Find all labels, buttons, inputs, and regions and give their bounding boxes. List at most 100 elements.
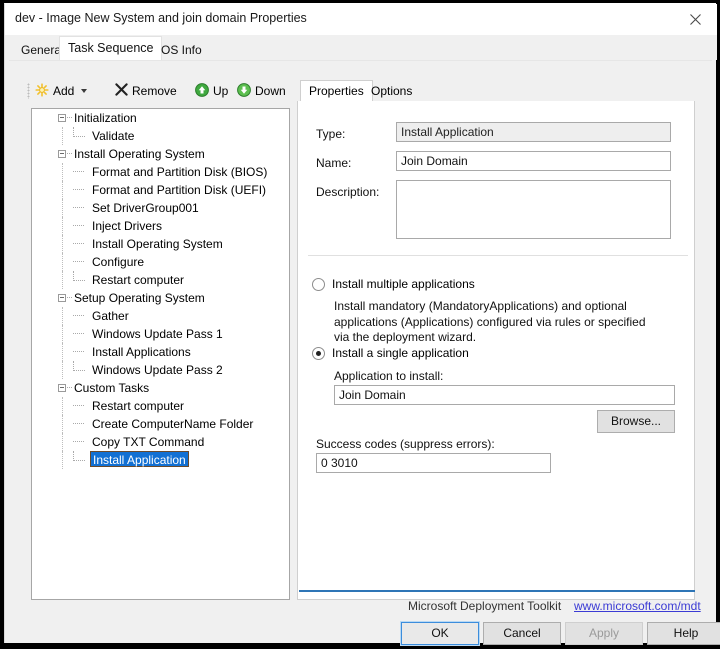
tree-item[interactable]: Install Application: [32, 451, 289, 469]
tree-expander-icon[interactable]: [55, 289, 72, 307]
tab-task-sequence[interactable]: Task Sequence: [59, 36, 163, 60]
radio-single-indicator[interactable]: [312, 347, 325, 360]
tree-guide-line: [73, 351, 84, 353]
dialog-button-bar: OK Cancel Apply Help: [5, 608, 720, 646]
tree-guide-line: [62, 415, 64, 433]
section-divider: [308, 255, 688, 256]
tab-options[interactable]: Options: [363, 82, 420, 101]
tree-item-label: Validate: [92, 129, 135, 143]
tree-item-label: Gather: [92, 309, 129, 323]
tree-item[interactable]: Windows Update Pass 1: [32, 325, 289, 343]
tree-item[interactable]: Custom Tasks: [32, 379, 289, 397]
application-to-install-input[interactable]: Join Domain: [334, 385, 675, 405]
tree-item[interactable]: Create ComputerName Folder: [32, 415, 289, 433]
tree-guide-line: [62, 217, 64, 235]
tree-item-label: Install Operating System: [92, 237, 223, 251]
tree-item-label: Custom Tasks: [74, 381, 150, 395]
success-codes-input[interactable]: 0 3010: [316, 453, 551, 473]
browse-button[interactable]: Browse...: [597, 410, 675, 433]
tree-item-label: Inject Drivers: [92, 219, 163, 233]
tree-guide-line: [73, 271, 85, 281]
tree-guide-line: [73, 207, 84, 209]
tree-guide-line: [62, 199, 64, 217]
footer-accent-line: [299, 590, 695, 592]
tree-item[interactable]: Format and Partition Disk (BIOS): [32, 163, 289, 181]
tree-expander-icon[interactable]: [55, 379, 72, 397]
success-codes-label: Success codes (suppress errors):: [316, 437, 495, 451]
tree-item[interactable]: Configure: [32, 253, 289, 271]
type-label: Type:: [316, 127, 346, 141]
tree-item[interactable]: Initialization: [32, 109, 289, 127]
tree-item[interactable]: Validate: [32, 127, 289, 145]
outer-tab-strip: General Task Sequence OS Info: [5, 35, 717, 60]
help-button[interactable]: Help: [647, 622, 720, 645]
apply-button: Apply: [565, 622, 643, 645]
tree-guide-line: [73, 127, 85, 137]
tree-guide-line: [62, 325, 64, 343]
radio-install-single[interactable]: Install a single application: [312, 346, 469, 360]
move-up-button-label: Up: [213, 84, 229, 98]
radio-single-label: Install a single application: [332, 346, 469, 360]
name-input[interactable]: Join Domain: [396, 151, 671, 171]
tab-os-info[interactable]: OS Info: [153, 40, 210, 60]
tree-guide-line: [73, 451, 85, 461]
tree-item[interactable]: Set DriverGroup001: [32, 199, 289, 217]
remove-button-label: Remove: [132, 84, 177, 98]
tree-item[interactable]: Inject Drivers: [32, 217, 289, 235]
radio-install-multiple[interactable]: Install multiple applications: [312, 277, 475, 291]
ok-button[interactable]: OK: [400, 621, 480, 646]
tree-guide-line: [73, 423, 84, 425]
task-sequence-tree[interactable]: Initialization Validate Install Operating …: [31, 108, 290, 600]
add-button[interactable]: Add: [35, 80, 88, 102]
tree-item[interactable]: Install Operating System: [32, 145, 289, 163]
tree-item[interactable]: Install Operating System: [32, 235, 289, 253]
tree-guide-line: [73, 405, 84, 407]
tree-item-label: Copy TXT Command: [92, 435, 205, 449]
move-up-button[interactable]: Up: [195, 80, 228, 102]
radio-multiple-indicator[interactable]: [312, 278, 325, 291]
description-input[interactable]: [396, 180, 671, 239]
tree-guide-line: [62, 451, 64, 469]
tree-expander-icon[interactable]: [55, 109, 72, 127]
move-down-button[interactable]: Down: [237, 80, 286, 102]
remove-button[interactable]: Remove: [115, 80, 177, 102]
tree-item[interactable]: Restart computer: [32, 271, 289, 289]
tree-item[interactable]: Copy TXT Command: [32, 433, 289, 451]
tab-properties[interactable]: Properties: [300, 80, 373, 101]
tree-item[interactable]: Gather: [32, 307, 289, 325]
tree-guide-line: [73, 361, 85, 371]
chevron-down-icon[interactable]: [81, 89, 88, 93]
move-down-button-label: Down: [255, 84, 286, 98]
tree-guide-line: [73, 315, 84, 317]
tree-expander-icon[interactable]: [55, 145, 72, 163]
tree-item[interactable]: Setup Operating System: [32, 289, 289, 307]
close-icon[interactable]: [673, 4, 717, 35]
application-to-install-label: Application to install:: [334, 369, 444, 383]
starburst-icon: [35, 82, 49, 100]
tree-guide-line: [62, 253, 64, 271]
tree-toolbar: Add Remove Up Down: [27, 80, 289, 104]
tree-item[interactable]: Windows Update Pass 2: [32, 361, 289, 379]
tree-item-label: Format and Partition Disk (BIOS): [92, 165, 268, 179]
properties-panel: Type: Install Application Name: Join Dom…: [297, 101, 701, 613]
tree-item-label: Windows Update Pass 1: [92, 327, 223, 341]
tree-item-label: Initialization: [74, 111, 137, 125]
tree-guide-line: [62, 343, 64, 361]
tree-item-label: Windows Update Pass 2: [92, 363, 223, 377]
cancel-button[interactable]: Cancel: [483, 622, 561, 645]
radio-multiple-label: Install multiple applications: [332, 277, 475, 291]
window-title: dev - Image New System and join domain P…: [15, 11, 307, 25]
tree-guide-line: [62, 433, 64, 451]
tree-guide-line: [62, 163, 64, 181]
install-multiple-description: Install mandatory (MandatoryApplications…: [334, 299, 646, 344]
tree-item[interactable]: Format and Partition Disk (UEFI): [32, 181, 289, 199]
tree-guide-line: [62, 307, 64, 325]
title-bar: dev - Image New System and join domain P…: [5, 4, 717, 35]
tree-item-label: Setup Operating System: [74, 291, 205, 305]
tree-guide-line: [73, 441, 84, 443]
type-field: Install Application: [396, 122, 671, 142]
tree-guide-line: [62, 361, 64, 379]
tree-item[interactable]: Install Applications: [32, 343, 289, 361]
tree-guide-line: [73, 261, 84, 263]
tree-item[interactable]: Restart computer: [32, 397, 289, 415]
